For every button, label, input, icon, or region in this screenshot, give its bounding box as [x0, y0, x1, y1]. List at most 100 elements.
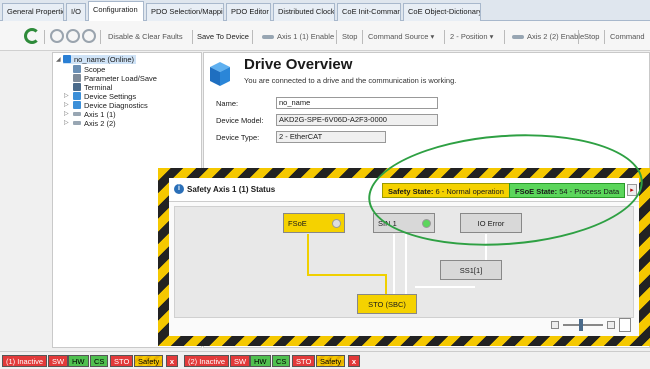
zoom-in-button[interactable] — [607, 321, 615, 329]
ss1-node[interactable]: SS1[1] — [440, 260, 502, 280]
tree-root-label: no_name (Online) — [74, 55, 135, 64]
expand-icon[interactable]: ▷ — [64, 119, 69, 126]
wire — [307, 234, 309, 274]
back-icon[interactable] — [50, 29, 64, 43]
tree-item-parameter[interactable]: Parameter Load/Save — [73, 74, 157, 83]
tree-item-label: Parameter Load/Save — [84, 74, 157, 83]
axis-icon — [262, 35, 274, 40]
expand-icon[interactable]: ▷ — [64, 101, 69, 108]
wire — [405, 234, 407, 294]
wire — [385, 274, 387, 294]
type-label: Device Type: — [216, 133, 260, 142]
axis1-inactive-indicator: (1) Inactive — [2, 355, 48, 367]
tab-distributed-clock[interactable]: Distributed Clock — [273, 3, 335, 21]
tree-item-label: Device Diagnostics — [84, 101, 148, 110]
axis1-close-icon[interactable]: x — [166, 355, 178, 367]
tree-item-label: Axis 1 (1) — [84, 110, 116, 119]
forward-icon[interactable] — [66, 29, 80, 43]
axis2-safety-indicator: Safety — [316, 355, 346, 367]
axis2-sto-indicator: STO — [292, 355, 316, 367]
fsoe-node[interactable]: FSoE — [283, 213, 345, 233]
zoom-slider-handle[interactable] — [579, 319, 583, 331]
tree-item-device-diagnostics[interactable]: Device Diagnostics — [73, 101, 148, 110]
axis2-enable-button[interactable]: Axis 2 (2) Enable — [512, 30, 584, 44]
wire — [307, 274, 387, 276]
tab-io[interactable]: I/O — [66, 3, 86, 21]
axis2-cs-indicator: CS — [272, 355, 291, 367]
terminal-icon — [73, 83, 81, 91]
status-led-icon — [332, 219, 341, 228]
scope-icon — [73, 65, 81, 73]
refresh-icon[interactable] — [24, 28, 40, 44]
drive-icon — [63, 55, 71, 63]
type-field: 2 - EtherCAT — [276, 131, 386, 143]
fsoe-node-label: FSoE — [288, 219, 307, 228]
tab-coe-init-commands[interactable]: CoE Init-Commands — [337, 3, 401, 21]
axis1-hw-indicator: HW — [68, 355, 89, 367]
tree-root[interactable]: no_name (Online) — [63, 55, 137, 64]
command-button[interactable]: Command — [610, 30, 645, 44]
axis-icon — [73, 121, 81, 125]
page-title: Drive Overview — [244, 56, 353, 73]
safety-title: Safety Axis 1 (1) Status — [187, 185, 276, 194]
tab-bar: General Properties I/O Configuration PDO… — [0, 0, 650, 22]
model-label: Device Model: — [216, 116, 264, 125]
axis1-enable-button[interactable]: Axis 1 (1) Enable — [262, 30, 334, 44]
tree-item-label: Device Settings — [84, 92, 137, 101]
drive-cube-icon — [210, 62, 230, 86]
status-bar: (1) Inactive SW HW CS STO Safety x (2) I… — [0, 351, 650, 369]
tab-pdo-selection[interactable]: PDO Selection/Mapping — [146, 3, 224, 21]
axis2-close-icon[interactable]: x — [348, 355, 360, 367]
settings-icon — [73, 92, 81, 100]
model-field: AKD2G-SPE-6V06D-A2F3-0000 — [276, 114, 438, 126]
stop-axis2-button[interactable]: Stop — [584, 30, 599, 44]
zoom-control — [551, 318, 631, 332]
tree-item-label: Axis 2 (2) — [84, 119, 116, 128]
command-source-label: Command Source — [368, 32, 429, 41]
tree-item-axis1[interactable]: Axis 1 (1) — [73, 110, 116, 119]
axis2-inactive-indicator: (2) Inactive — [184, 355, 230, 367]
position-dropdown[interactable]: 2 - Position ▾ — [450, 30, 493, 44]
tab-coe-object-dictionary[interactable]: CoE Object-Dictionary — [403, 3, 481, 21]
axis2-sw-indicator: SW — [230, 355, 251, 367]
axis2-hw-indicator: HW — [250, 355, 271, 367]
axis-icon — [73, 112, 81, 116]
sto-node[interactable]: STO (SBC) — [357, 294, 417, 314]
name-field[interactable]: no_name — [276, 97, 438, 109]
parameter-icon — [73, 74, 81, 82]
axis2-enable-label: Axis 2 (2) Enable — [527, 32, 585, 41]
zoom-fit-icon[interactable] — [619, 318, 631, 332]
expand-icon[interactable]: ▷ — [64, 92, 69, 99]
tree-item-axis2[interactable]: Axis 2 (2) — [73, 119, 116, 128]
connection-status-text: You are connected to a drive and the com… — [244, 76, 457, 85]
tree-item-device-settings[interactable]: Device Settings — [73, 92, 136, 101]
collapse-icon[interactable]: ◢ — [56, 56, 61, 63]
command-source-dropdown[interactable]: Command Source ▾ — [368, 30, 434, 44]
tree-item-scope[interactable]: Scope — [73, 65, 105, 74]
diagnostics-icon — [73, 101, 81, 109]
up-icon[interactable] — [82, 29, 96, 43]
wire — [393, 234, 395, 294]
axis1-enable-label: Axis 1 (1) Enable — [277, 32, 335, 41]
axis-icon — [512, 35, 524, 40]
zoom-out-button[interactable] — [551, 321, 559, 329]
stop-axis1-button[interactable]: Stop — [342, 30, 357, 44]
name-label: Name: — [216, 99, 239, 108]
tab-pdo-editor[interactable]: PDO Editor — [226, 3, 271, 21]
tree-item-terminal[interactable]: Terminal — [73, 83, 112, 92]
disable-clear-faults-button[interactable]: Disable & Clear Faults — [108, 30, 183, 44]
tree-item-label: Terminal — [84, 83, 113, 92]
axis1-cs-indicator: CS — [90, 355, 109, 367]
wire — [415, 286, 475, 288]
save-to-device-button[interactable]: Save To Device — [197, 30, 249, 44]
expand-icon[interactable]: ▷ — [64, 110, 69, 117]
info-icon: i — [174, 184, 184, 194]
tab-configuration[interactable]: Configuration — [88, 1, 144, 22]
position-label: 2 - Position — [450, 32, 488, 41]
tab-general-properties[interactable]: General Properties — [2, 3, 64, 21]
axis1-safety-indicator: Safety — [134, 355, 164, 367]
axis1-sw-indicator: SW — [48, 355, 69, 367]
axis1-sto-indicator: STO — [110, 355, 134, 367]
zoom-slider-track[interactable] — [563, 324, 603, 326]
toolbar: Disable & Clear Faults Save To Device Ax… — [0, 21, 650, 51]
